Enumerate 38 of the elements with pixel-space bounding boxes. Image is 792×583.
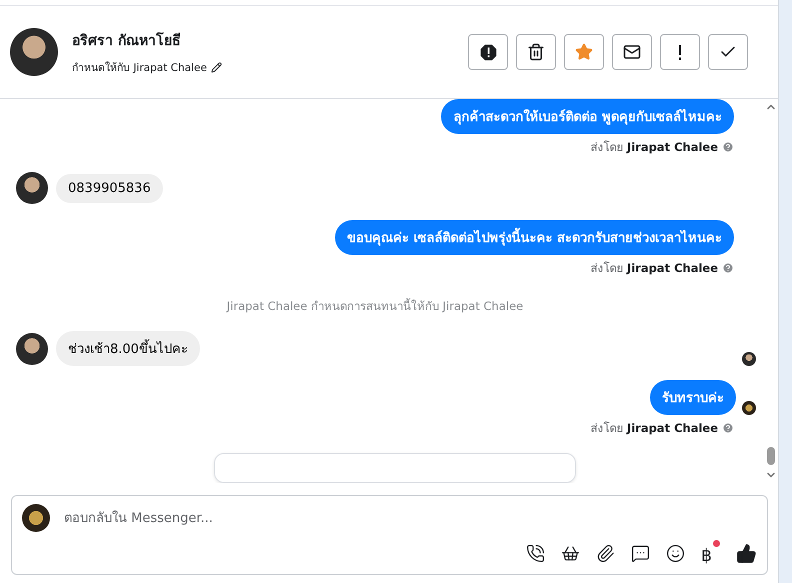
sent-by-label: ส่งโดย Jirapat Chalee [590,260,718,277]
saved-replies-button[interactable] [631,544,650,562]
sent-by-label: ส่งโดย Jirapat Chalee [590,139,718,156]
message-bubble: ลุกค้าสะดวกให้เบอร์ติดต่อ พูดคุยกับเซลล์ไหมคะ [441,99,734,134]
star-icon [575,43,593,61]
help-icon [722,262,734,274]
help-icon [722,141,734,153]
unread-button[interactable] [612,34,652,70]
emoji-button[interactable] [666,544,686,562]
contact-avatar [16,332,48,364]
system-message: Jirapat Chalee กำหนดการสนทนานี้ให้กับ Jirapat Chalee [225,297,524,315]
payment-button[interactable]: ฿ [701,540,720,566]
delete-button[interactable] [516,34,556,70]
exclamation-icon [678,44,682,60]
help-icon [722,422,734,434]
assigned-label: กำหนดให้กับ Jirapat Chalee [72,60,207,76]
pencil-icon[interactable] [210,62,222,72]
basket-button[interactable] [561,544,580,562]
trash-icon [527,43,545,61]
like-button[interactable] [736,542,757,564]
page-avatar [22,504,50,532]
contact-avatar [16,172,48,204]
alert-octagon-icon [480,44,496,60]
star-button[interactable] [564,34,604,70]
seen-avatar [742,352,756,366]
contact-name: อริศรา กัณหาโยธี [72,31,182,50]
sent-by-label: ส่งโดย Jirapat Chalee [590,420,718,437]
envelope-icon [623,43,641,61]
scrollbar-thumb[interactable] [767,447,775,465]
attach-button[interactable] [596,544,616,562]
contact-avatar [10,28,58,76]
done-button[interactable] [708,34,748,70]
spam-button[interactable] [468,34,508,70]
message-bubble: ขอบคุณค่ะ เซลล์ติดต่อไปพรุ่งนี้นะคะ สะดวกรับสายช่วงเวลาไหนคะ [334,220,734,255]
call-button[interactable] [526,544,546,562]
message-bubble: ช่วงเช้า8.00ขึ้นไปคะ [56,331,200,366]
message-bubble: 0839905836 [56,174,163,202]
message-bubble: รับทราบค่ะ [650,380,736,415]
